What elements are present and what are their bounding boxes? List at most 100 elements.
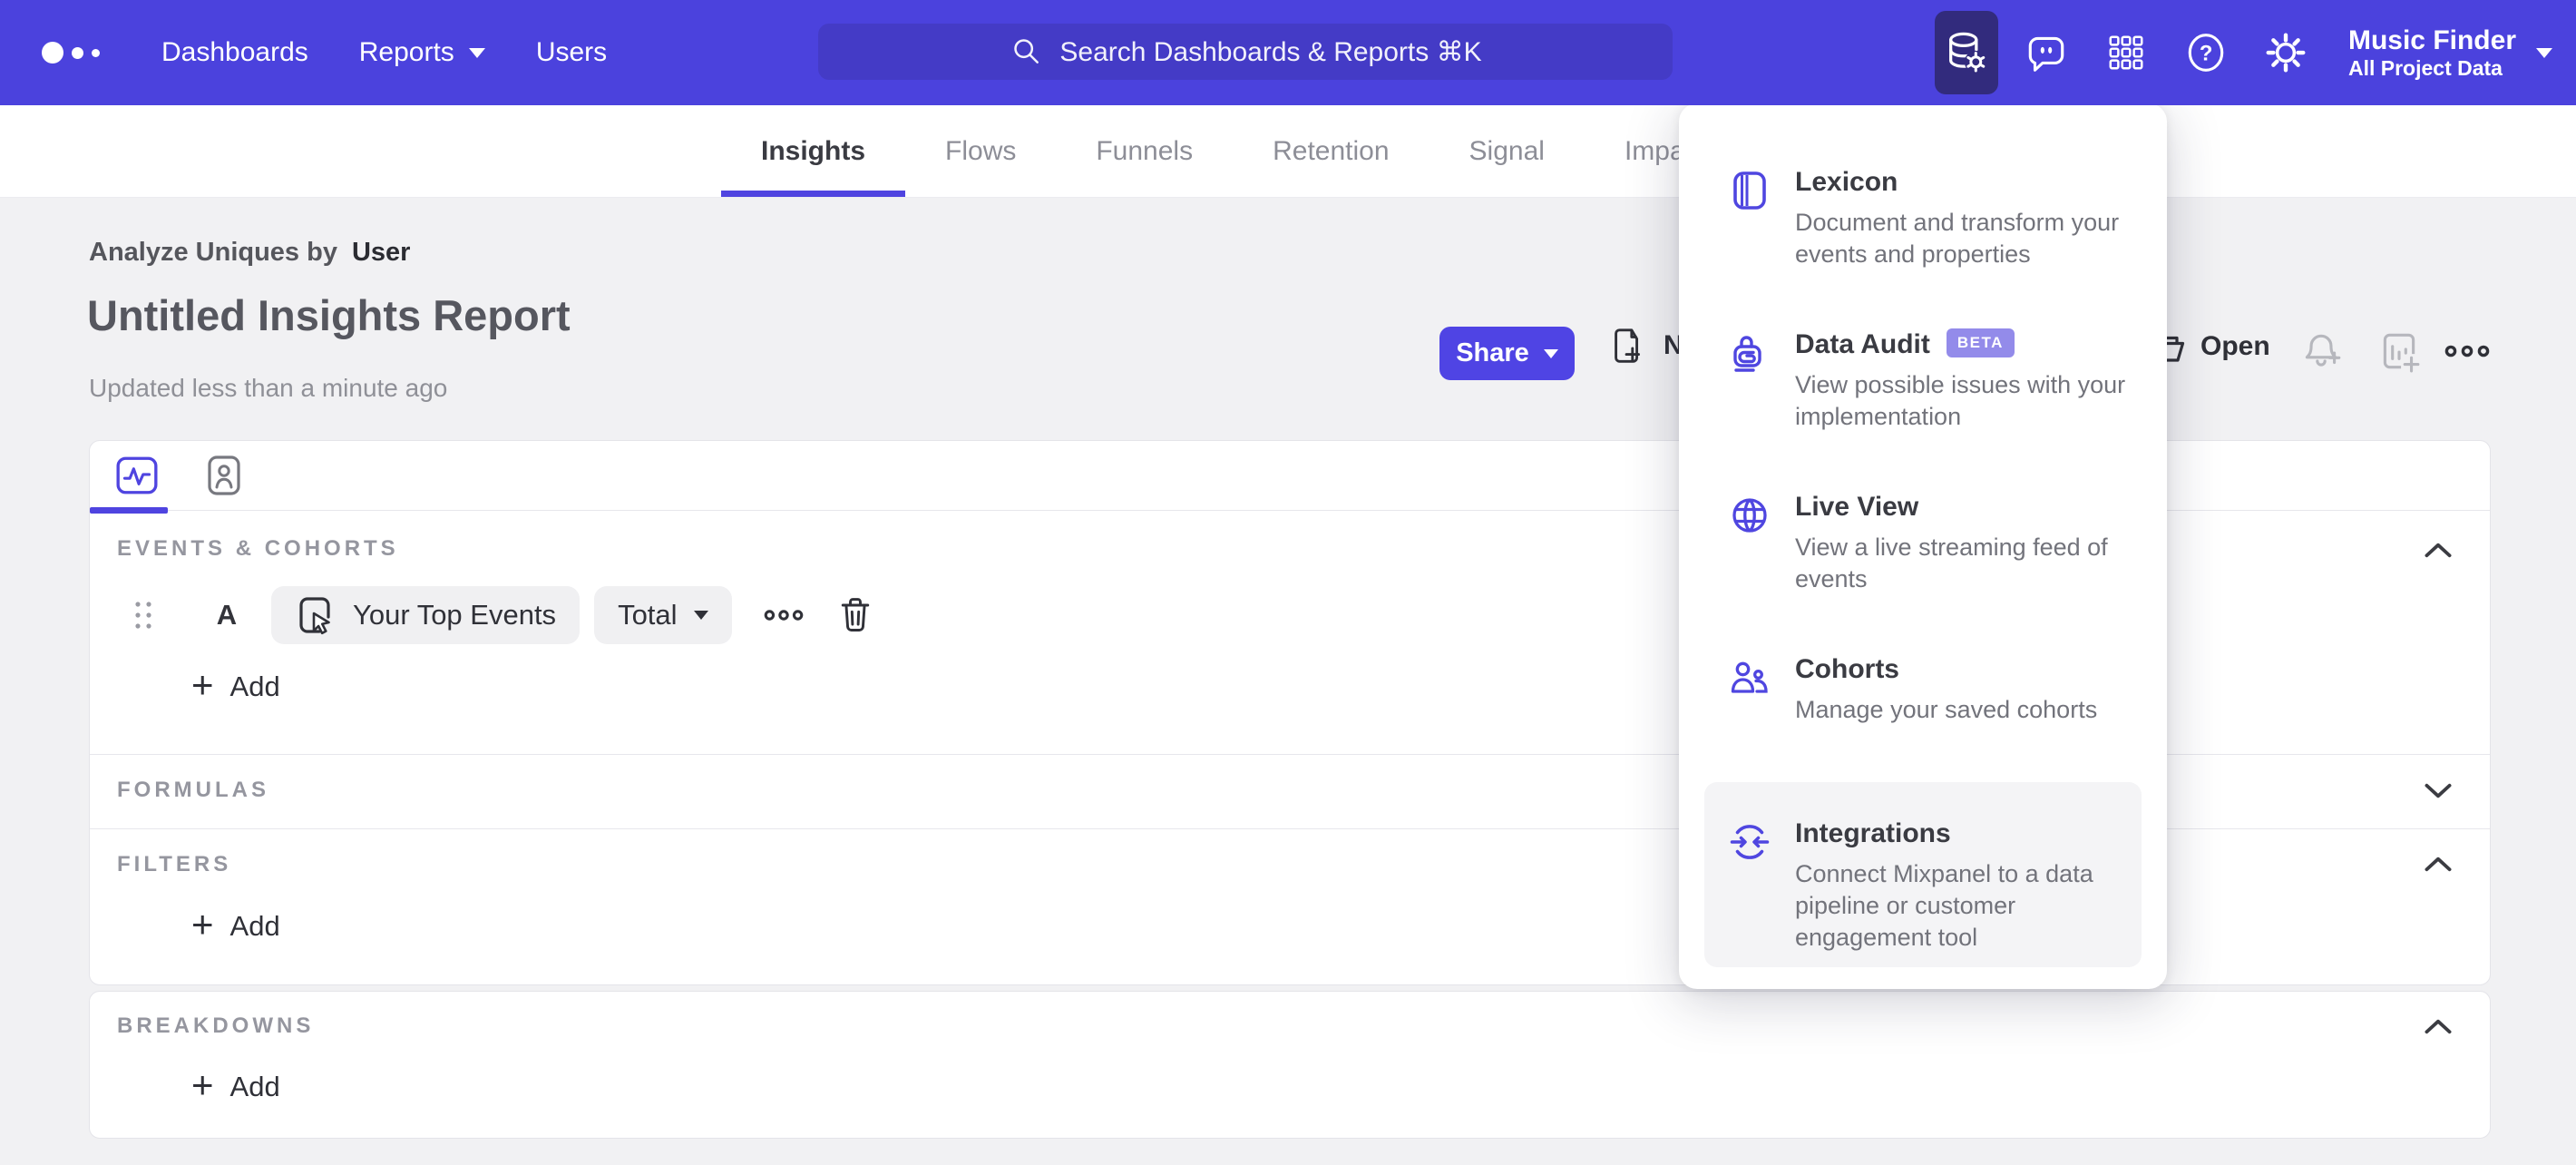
event-row-more-button[interactable] — [763, 603, 805, 627]
event-row-letter: A — [216, 599, 238, 631]
chevron-up-icon — [2425, 543, 2452, 558]
help-icon: ? — [2188, 34, 2224, 72]
tab-insights[interactable]: Insights — [721, 105, 906, 197]
share-button[interactable]: Share — [1439, 327, 1575, 380]
aggregation-value: Total — [618, 599, 678, 631]
nav-item-dashboards[interactable]: Dashboards — [161, 37, 308, 68]
add-event-button[interactable]: + Add — [191, 666, 280, 704]
users-view-tab[interactable] — [200, 454, 248, 497]
chevron-down-icon — [2536, 47, 2552, 58]
delete-event-button[interactable] — [835, 593, 875, 637]
chart-plus-icon — [2383, 333, 2420, 373]
menu-item-title: Live View — [1795, 492, 1919, 522]
project-switcher[interactable]: Music Finder All Project Data — [2348, 25, 2516, 81]
filters-section-label: FILTERS — [117, 852, 232, 876]
share-label: Share — [1456, 338, 1529, 367]
metrics-view-tab[interactable] — [113, 454, 161, 497]
breakdowns-card: BREAKDOWNS + Add — [89, 991, 2491, 1139]
top-nav: Dashboards Reports Users Search Dashboar… — [0, 0, 2576, 105]
event-selector-chip[interactable]: Your Top Events — [271, 586, 581, 644]
alert-add-button[interactable] — [2298, 328, 2344, 374]
grid-icon — [2109, 35, 2143, 70]
updated-timestamp: Updated less than a minute ago — [89, 374, 448, 402]
mixpanel-logo-icon[interactable] — [42, 42, 111, 64]
add-label: Add — [229, 1071, 280, 1102]
menu-item-data-audit[interactable]: Data Audit BETA View possible issues wit… — [1728, 328, 2134, 433]
pulse-chart-icon — [116, 456, 158, 494]
nav-item-users[interactable]: Users — [536, 37, 607, 68]
apps-grid-button[interactable] — [2094, 11, 2158, 94]
breakdowns-collapse-button[interactable] — [2419, 1008, 2457, 1046]
chevron-down-icon — [1543, 348, 1558, 358]
aggregation-selector-chip[interactable]: Total — [594, 586, 732, 644]
menu-item-integrations[interactable]: Integrations Connect Mixpanel to a data … — [1728, 818, 2131, 954]
event-row: A Your Top Events Total — [90, 586, 875, 644]
nav-item-label: Dashboards — [161, 37, 308, 67]
menu-item-title: Lexicon — [1795, 167, 1898, 197]
beta-badge: BETA — [1946, 328, 2015, 357]
active-tab-underline — [90, 507, 168, 514]
more-options-button[interactable] — [2444, 338, 2491, 365]
user-card-icon — [208, 455, 240, 495]
search-placeholder: Search Dashboards & Reports ⌘K — [1059, 36, 1482, 67]
menu-item-description: View a live streaming feed of events — [1795, 534, 2108, 592]
menu-item-lexicon[interactable]: Lexicon Document and transform your even… — [1728, 167, 2134, 270]
menu-item-cohorts[interactable]: Cohorts Manage your saved cohorts — [1728, 654, 2134, 726]
data-management-button[interactable] — [1934, 11, 1998, 94]
nav-item-reports[interactable]: Reports — [359, 37, 485, 68]
plus-icon: + — [191, 903, 214, 945]
menu-item-integrations-highlight: Integrations Connect Mixpanel to a data … — [1704, 782, 2142, 967]
drag-handle-icon[interactable] — [133, 600, 153, 631]
menu-item-title: Integrations — [1795, 818, 1951, 848]
project-name: Music Finder — [2347, 24, 2516, 55]
help-button[interactable]: ? — [2174, 11, 2238, 94]
add-filter-button[interactable]: + Add — [191, 903, 280, 945]
feedback-button[interactable] — [2015, 11, 2078, 94]
menu-item-title: Cohorts — [1795, 654, 1899, 684]
add-label: Add — [229, 671, 280, 702]
ellipsis-icon — [764, 610, 803, 621]
analyze-label: Analyze Uniques by — [89, 238, 337, 267]
filters-collapse-button[interactable] — [2419, 846, 2457, 884]
add-breakdown-button[interactable]: + Add — [191, 1066, 280, 1104]
plus-icon: + — [191, 663, 214, 706]
database-gear-icon — [1949, 32, 1987, 73]
search-icon — [1014, 39, 1039, 64]
analyze-row: Analyze Uniques by User — [89, 238, 410, 268]
tab-flows[interactable]: Flows — [905, 105, 1056, 197]
bell-plus-icon — [2305, 334, 2341, 367]
report-tabbar: Insights Flows Funnels Retention Signal … — [0, 105, 2576, 198]
analyze-value-selector[interactable]: User — [352, 238, 411, 268]
formulas-section-label: FORMULAS — [117, 778, 269, 802]
breakdowns-section-label: BREAKDOWNS — [117, 1013, 315, 1038]
menu-item-live-view[interactable]: Live View View a live streaming feed of … — [1728, 492, 2134, 595]
tab-signal[interactable]: Signal — [1429, 105, 1585, 197]
globe-icon — [1728, 492, 1771, 595]
chevron-up-icon — [2425, 1019, 2452, 1034]
menu-item-description: Connect Mixpanel to a data pipeline or c… — [1795, 860, 2093, 951]
nav-item-label: Users — [535, 37, 608, 67]
add-chart-button[interactable] — [2376, 328, 2422, 374]
cohorts-people-icon — [1728, 654, 1771, 726]
formulas-expand-button[interactable] — [2419, 771, 2457, 809]
events-section-label: EVENTS & COHORTS — [117, 536, 399, 561]
search-input[interactable]: Search Dashboards & Reports ⌘K — [818, 24, 1673, 80]
tab-retention[interactable]: Retention — [1233, 105, 1429, 197]
add-label: Add — [229, 910, 280, 942]
cursor-click-icon — [299, 597, 330, 635]
plus-icon: + — [191, 1063, 214, 1106]
tab-funnels[interactable]: Funnels — [1056, 105, 1233, 197]
chevron-up-icon — [2425, 857, 2452, 872]
chevron-down-icon — [693, 611, 708, 620]
events-collapse-button[interactable] — [2419, 532, 2457, 570]
project-scope: All Project Data — [2347, 56, 2503, 81]
settings-button[interactable] — [2254, 11, 2317, 94]
report-title[interactable]: Untitled Insights Report — [87, 290, 571, 340]
open-label: Open — [2200, 331, 2270, 361]
svg-text:?: ? — [2200, 41, 2213, 65]
menu-item-description: View possible issues with your implement… — [1795, 371, 2126, 430]
nav-right-cluster: ? Music Finder All Project Data — [1918, 0, 2552, 105]
menu-item-description: Document and transform your events and p… — [1795, 209, 2120, 268]
data-audit-lock-icon — [1728, 329, 1771, 433]
document-plus-icon — [1615, 328, 1640, 363]
